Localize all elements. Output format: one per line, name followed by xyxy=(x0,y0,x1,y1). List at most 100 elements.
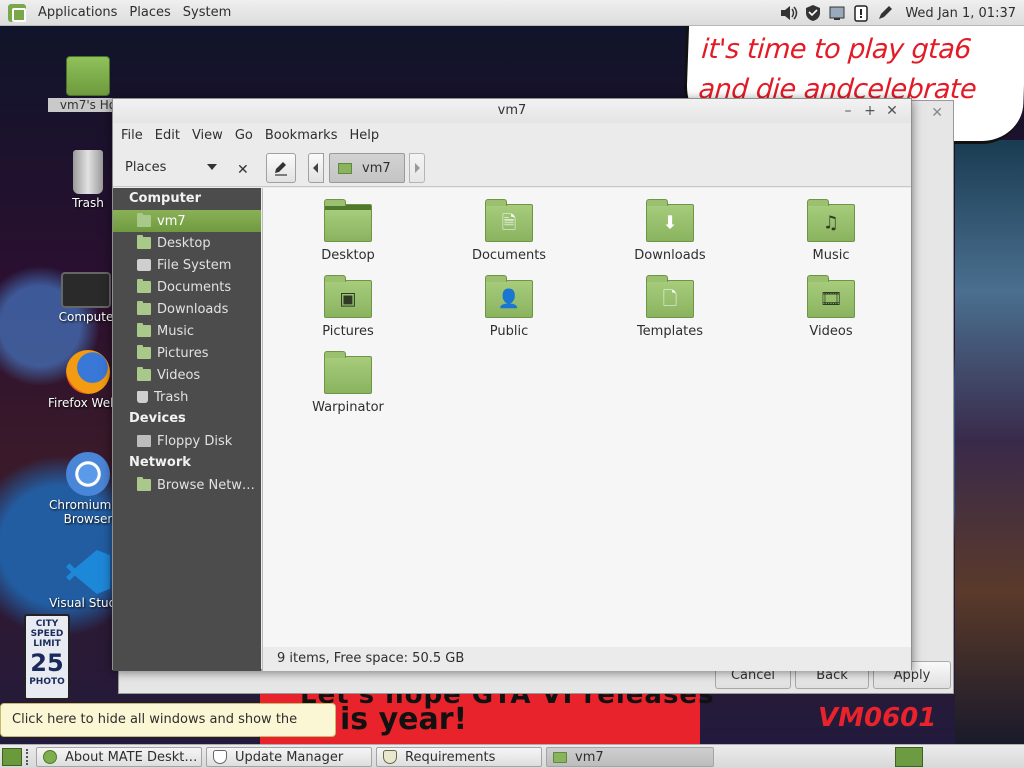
task-update-manager[interactable]: Update Manager xyxy=(206,747,372,767)
system-menu[interactable]: System xyxy=(177,5,237,20)
folder-icon xyxy=(137,279,151,293)
shield-icon xyxy=(213,750,227,764)
sidebar-item-label: Documents xyxy=(157,279,232,295)
file-label: Desktop xyxy=(321,248,375,263)
pen-icon[interactable] xyxy=(875,3,895,23)
firefox-icon xyxy=(66,350,110,394)
edit-location-button[interactable] xyxy=(266,153,296,183)
file-label: Warpinator xyxy=(312,400,384,415)
clock[interactable]: Wed Jan 1, 01:37 xyxy=(905,6,1016,21)
task-about-mate[interactable]: About MATE Deskt… xyxy=(36,747,202,767)
top-panel: Applications Places System Wed Jan 1, 01… xyxy=(0,0,1024,26)
close-icon[interactable]: ✕ xyxy=(881,99,903,123)
minimize-icon[interactable]: – xyxy=(837,99,859,123)
update-icon[interactable] xyxy=(851,3,871,23)
trash-icon xyxy=(73,150,103,194)
sidebar-item-label: Trash xyxy=(154,389,189,405)
places-menu[interactable]: Places xyxy=(123,5,176,20)
bottom-panel: About MATE Deskt… Update Manager Require… xyxy=(0,744,1024,768)
folder-templates[interactable]: 🗋 Templates xyxy=(610,275,730,339)
home-folder-icon xyxy=(338,162,352,174)
menu-view[interactable]: View xyxy=(186,128,229,143)
applications-menu[interactable]: Applications xyxy=(32,5,123,20)
person-glyph: 👤 xyxy=(497,288,521,310)
templates-folder-icon: 🗋 xyxy=(646,275,694,318)
sidebar-item-videos[interactable]: Videos xyxy=(113,364,261,386)
shield-icon[interactable] xyxy=(803,3,823,23)
folder-icon xyxy=(137,301,151,315)
sidebar-item-label: Pictures xyxy=(157,345,209,361)
volume-icon[interactable] xyxy=(779,3,799,23)
computer-icon xyxy=(61,272,111,308)
videos-folder-icon: 🎞 xyxy=(807,275,855,318)
chromium-icon xyxy=(66,452,110,496)
folder-videos[interactable]: 🎞 Videos xyxy=(771,275,891,339)
task-requirements[interactable]: Requirements xyxy=(376,747,542,767)
menu-go[interactable]: Go xyxy=(229,128,259,143)
location-toolbar: Places ✕ vm7 xyxy=(113,147,911,187)
home-folder-icon xyxy=(66,56,110,96)
sidebar-item-music[interactable]: Music xyxy=(113,320,261,342)
menu-file[interactable]: File xyxy=(115,128,149,143)
show-desktop-icon[interactable] xyxy=(2,748,22,766)
folder-desktop[interactable]: Desktop xyxy=(288,199,408,263)
folder-pictures[interactable]: ▣ Pictures xyxy=(288,275,408,339)
sidebar-item-pictures[interactable]: Pictures xyxy=(113,342,261,364)
sidebar-header-network: Network xyxy=(129,455,191,470)
sidebar-item-documents[interactable]: Documents xyxy=(113,276,261,298)
sidebar-item-downloads[interactable]: Downloads xyxy=(113,298,261,320)
documents-folder-icon: 🗎 xyxy=(485,199,533,242)
sidebar-places-select[interactable]: Places ✕ xyxy=(117,154,259,180)
panel-drag-handle[interactable] xyxy=(26,749,30,765)
chevron-down-icon xyxy=(207,164,217,174)
folder-downloads[interactable]: ⬇ Downloads xyxy=(610,199,730,263)
folder-public[interactable]: 👤 Public xyxy=(449,275,569,339)
close-icon[interactable]: ✕ xyxy=(931,105,943,121)
path-scroll-right-button[interactable] xyxy=(409,153,425,183)
task-label: Requirements xyxy=(405,749,496,765)
desktop-folder-icon xyxy=(137,235,151,249)
maximize-icon[interactable]: + xyxy=(859,99,881,123)
task-vm7[interactable]: vm7 xyxy=(546,747,714,767)
folder-warpinator[interactable]: Warpinator xyxy=(288,351,408,415)
task-label: About MATE Deskt… xyxy=(65,749,198,765)
public-folder-icon: 👤 xyxy=(485,275,533,318)
sidebar-item-browse-network[interactable]: Browse Netw… xyxy=(113,474,261,496)
speed-sign-number: 25 xyxy=(30,649,64,677)
file-label: Public xyxy=(489,324,529,339)
pencil-icon xyxy=(275,162,287,176)
sidebar-item-vm7[interactable]: vm7 xyxy=(113,210,261,232)
sidebar-item-desktop[interactable]: Desktop xyxy=(113,232,261,254)
music-folder-icon: ♫ xyxy=(807,199,855,242)
file-manager-window: vm7 – + ✕ File Edit View Go Bookmarks He… xyxy=(112,98,912,671)
folder-documents[interactable]: 🗎 Documents xyxy=(449,199,569,263)
file-view[interactable]: Desktop 🗎 Documents ⬇ Downloads ♫ Music … xyxy=(262,188,911,647)
sidebar-item-label: Browse Netw… xyxy=(157,477,255,493)
task-label: vm7 xyxy=(575,749,604,765)
menu-edit[interactable]: Edit xyxy=(149,128,186,143)
workspace-switcher[interactable] xyxy=(895,747,923,767)
sidebar-item-file-system[interactable]: File System xyxy=(113,254,261,276)
vscode-icon xyxy=(66,550,110,594)
sidebar-item-trash[interactable]: Trash xyxy=(113,386,261,408)
menu-help[interactable]: Help xyxy=(343,128,385,143)
sidebar-item-label: Music xyxy=(157,323,194,339)
home-folder-icon xyxy=(137,213,151,227)
drive-icon xyxy=(137,259,151,271)
mint-menu-icon[interactable] xyxy=(8,3,26,22)
folder-icon xyxy=(137,323,151,337)
speed-sign-line: LIMIT xyxy=(33,639,61,649)
sidebar-header-devices: Devices xyxy=(129,411,186,426)
folder-music[interactable]: ♫ Music xyxy=(771,199,891,263)
path-scroll-left-button[interactable] xyxy=(308,153,324,183)
path-crumb-home[interactable]: vm7 xyxy=(329,153,405,183)
sidebar-item-label: Downloads xyxy=(157,301,229,317)
sidebar-item-label: vm7 xyxy=(157,213,186,229)
sidebar-item-floppy-disk[interactable]: Floppy Disk xyxy=(113,430,261,452)
close-sidebar-icon[interactable]: ✕ xyxy=(237,162,249,178)
folder-icon xyxy=(137,367,151,381)
shield-icon xyxy=(383,750,397,764)
window-titlebar[interactable]: vm7 – + ✕ xyxy=(113,99,911,123)
menu-bookmarks[interactable]: Bookmarks xyxy=(259,128,344,143)
network-icon[interactable] xyxy=(827,3,847,23)
